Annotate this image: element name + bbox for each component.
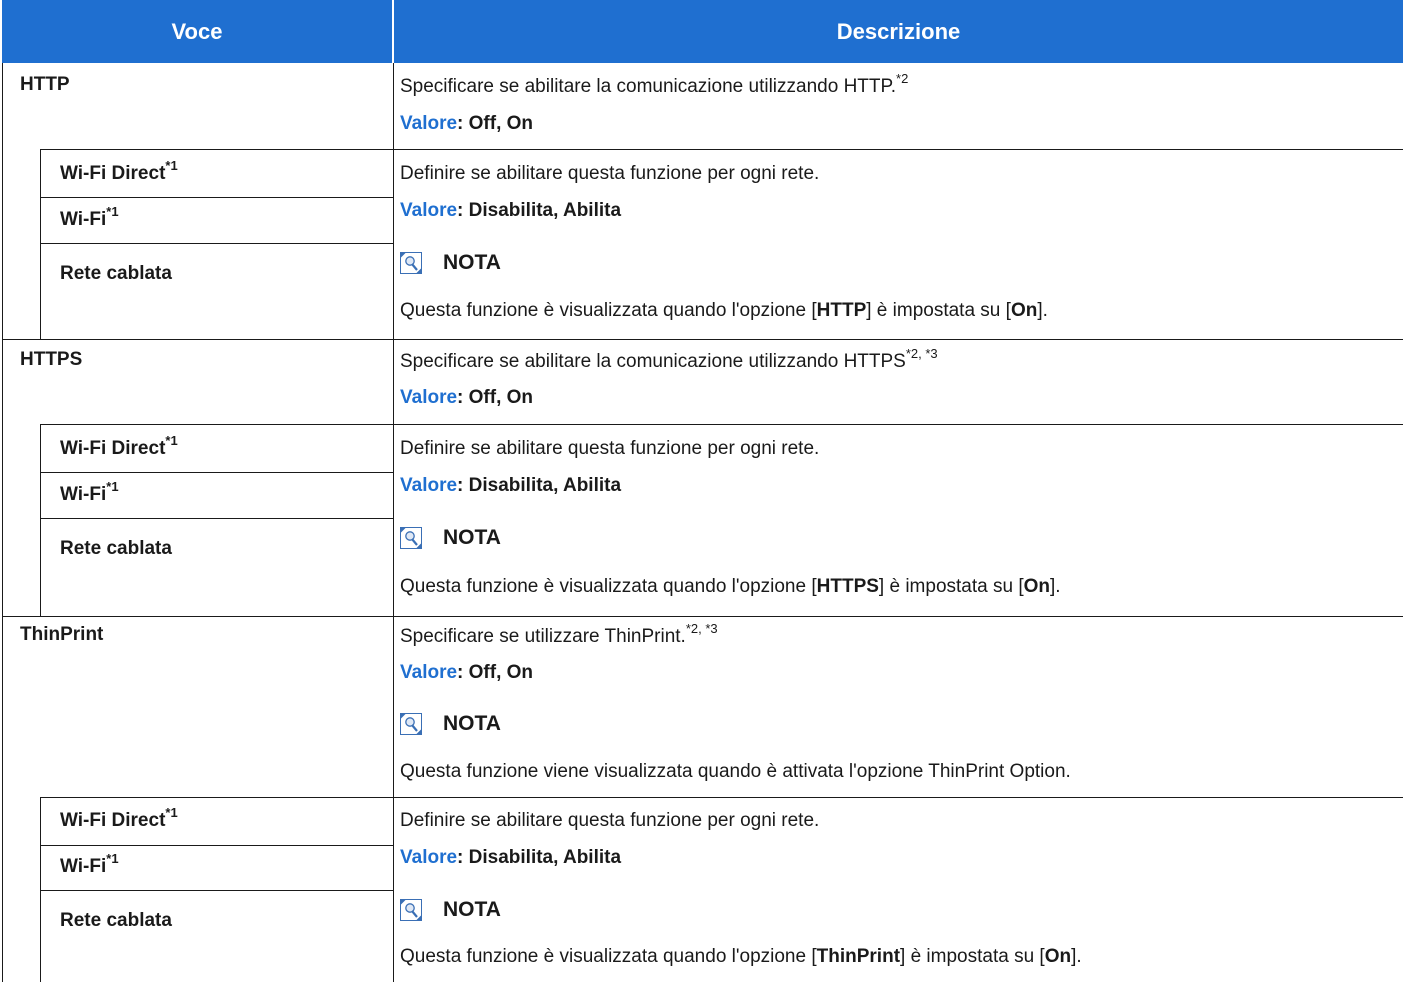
sub-row-divider	[40, 197, 393, 198]
sub-row-divider	[40, 243, 393, 244]
https-wifi-direct: Wi-Fi Direct*1	[60, 432, 178, 459]
https-wifi: Wi-Fi*1	[60, 478, 119, 505]
indent-line-https	[40, 424, 41, 616]
row-divider	[2, 339, 1403, 340]
note-lightbulb-icon	[400, 713, 422, 735]
http-wifi-direct: Wi-Fi Direct*1	[60, 157, 178, 184]
row-title-thinprint: ThinPrint	[20, 624, 104, 645]
thinprint-wifi: Wi-Fi*1	[60, 850, 119, 877]
thinprint-note-text: Questa funzione viene visualizzata quand…	[400, 761, 1071, 782]
note-lightbulb-icon	[400, 252, 422, 274]
settings-table: Voce Descrizione HTTP Specificare se abi…	[2, 0, 1403, 982]
note-lightbulb-icon	[400, 899, 422, 921]
thinprint-note-label: NOTA	[443, 712, 501, 735]
column-divider	[393, 63, 394, 982]
row-divider	[40, 797, 1403, 798]
table-left-border	[2, 63, 3, 982]
sub-row-divider	[40, 890, 393, 891]
http-wired: Rete cablata	[60, 263, 172, 284]
row-title-https: HTTPS	[20, 349, 83, 370]
https-description: Specificare se abilitare la comunicazion…	[400, 345, 938, 372]
https-per-network-value: Valore: Disabilita, Abilita	[400, 475, 622, 496]
http-wifi: Wi-Fi*1	[60, 203, 119, 230]
http-value: Valore: Off, On	[400, 113, 534, 134]
thinprint-description: Specificare se utilizzare ThinPrint.*2, …	[400, 620, 718, 647]
row-divider	[2, 616, 1403, 617]
http-note-label: NOTA	[443, 251, 501, 274]
thinprint-per-network-text: Definire se abilitare questa funzione pe…	[400, 810, 820, 831]
thinprint-per-network-value: Valore: Disabilita, Abilita	[400, 847, 622, 868]
http-note-text: Questa funzione è visualizzata quando l'…	[400, 300, 1048, 321]
http-per-network-value: Valore: Disabilita, Abilita	[400, 200, 622, 221]
row-divider	[40, 424, 1403, 425]
sub-row-divider	[40, 518, 393, 519]
thinprint-note2-text: Questa funzione è visualizzata quando l'…	[400, 946, 1082, 967]
thinprint-note2-label: NOTA	[443, 898, 501, 921]
thinprint-wired: Rete cablata	[60, 910, 172, 931]
sub-row-divider	[40, 472, 393, 473]
http-per-network-text: Definire se abilitare questa funzione pe…	[400, 163, 820, 184]
thinprint-value: Valore: Off, On	[400, 662, 534, 683]
https-note-text: Questa funzione è visualizzata quando l'…	[400, 576, 1061, 597]
https-value: Valore: Off, On	[400, 387, 534, 408]
row-title-http: HTTP	[20, 74, 70, 95]
https-note-label: NOTA	[443, 526, 501, 549]
column-header-descrizione: Descrizione	[394, 0, 1403, 63]
sub-row-divider	[40, 845, 393, 846]
column-header-voce: Voce	[2, 0, 392, 63]
indent-line-http	[40, 149, 41, 339]
thinprint-wifi-direct: Wi-Fi Direct*1	[60, 804, 178, 831]
http-description: Specificare se abilitare la comunicazion…	[400, 70, 909, 97]
https-per-network-text: Definire se abilitare questa funzione pe…	[400, 438, 820, 459]
https-wired: Rete cablata	[60, 538, 172, 559]
row-divider	[40, 149, 1403, 150]
note-lightbulb-icon	[400, 527, 422, 549]
